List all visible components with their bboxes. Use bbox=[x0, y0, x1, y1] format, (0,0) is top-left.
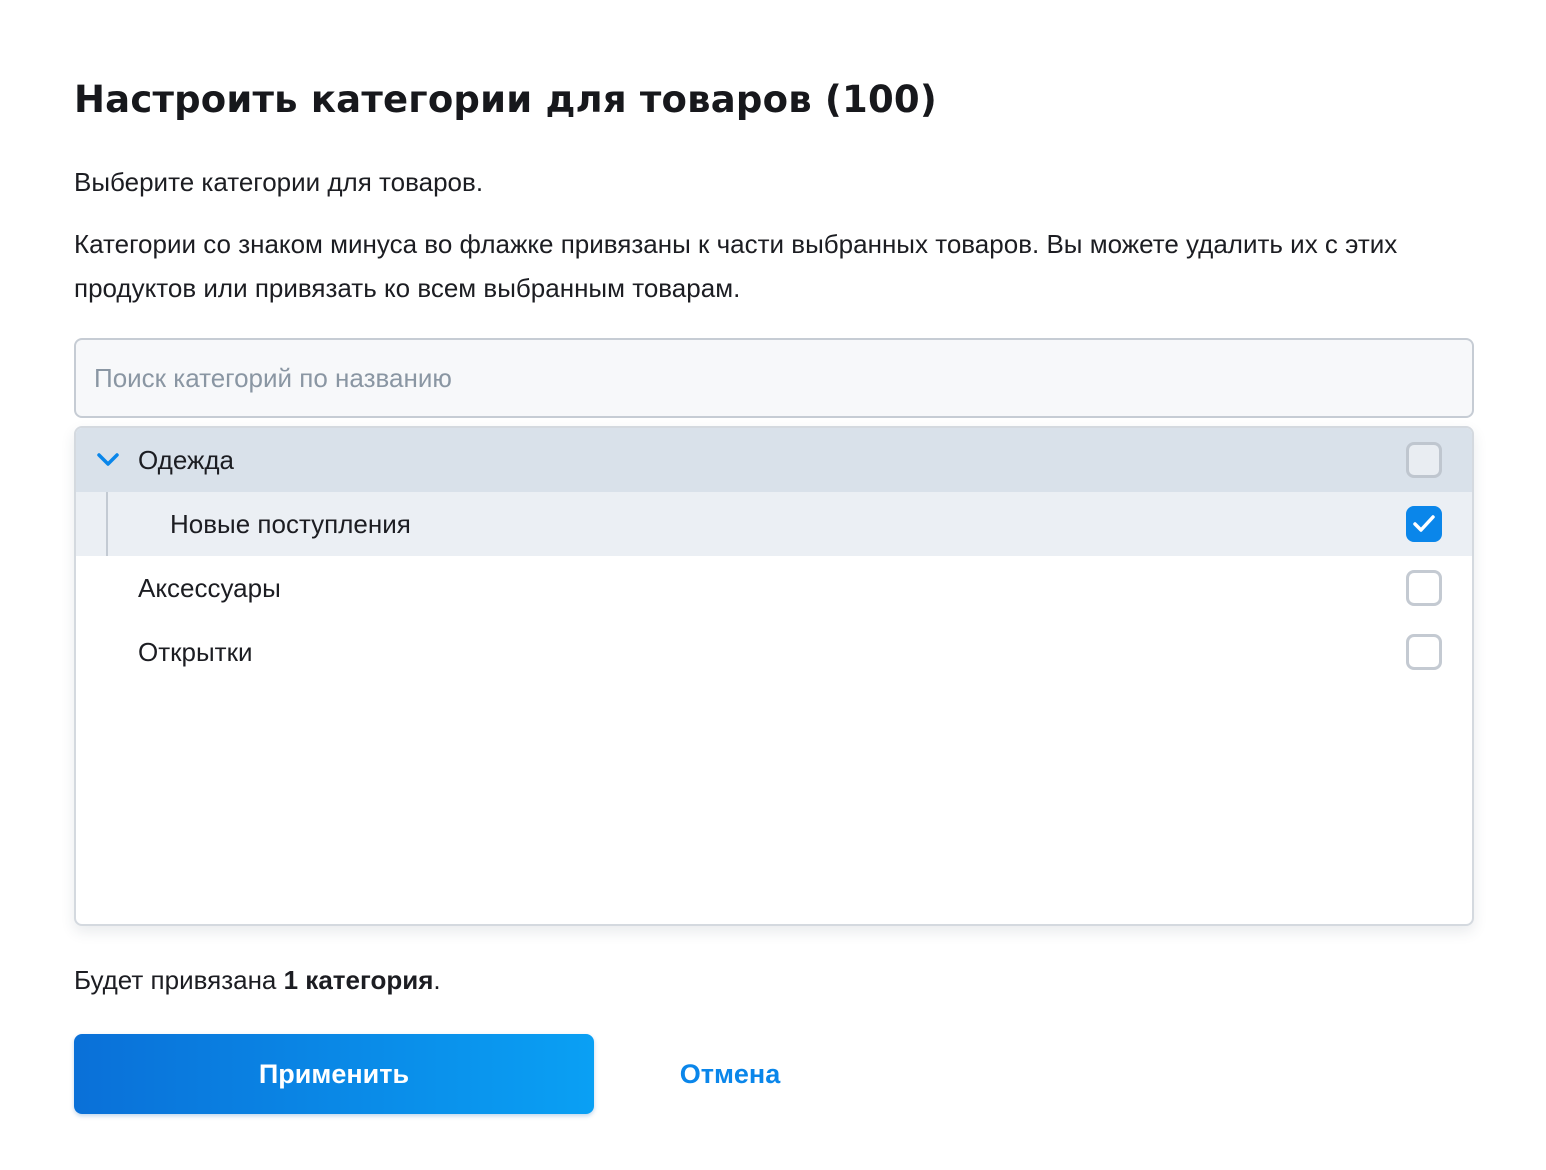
dialog-hint: Категории со знаком минуса во флажке при… bbox=[74, 229, 1398, 303]
category-tree: Одежда Новые поступления Аксессуары Откр… bbox=[74, 426, 1474, 926]
category-search-input[interactable] bbox=[74, 338, 1474, 418]
cancel-button[interactable]: Отмена bbox=[650, 1034, 810, 1114]
tree-row-label: Открытки bbox=[138, 636, 253, 667]
category-dialog: Настроить категории для товаров (100) Вы… bbox=[0, 0, 1546, 1170]
tree-row-label: Аксессуары bbox=[138, 572, 281, 603]
summary-count: 1 категория bbox=[283, 965, 434, 995]
summary-prefix: Будет привязана bbox=[74, 965, 284, 995]
tree-row-postcards[interactable]: Открытки bbox=[76, 620, 1472, 684]
tree-row-new-arrivals[interactable]: Новые поступления bbox=[76, 492, 1472, 556]
dialog-title: Настроить категории для товаров (100) bbox=[74, 78, 937, 121]
dialog-description: Выберите категории для товаров. bbox=[74, 167, 484, 197]
summary-suffix: . bbox=[433, 965, 441, 995]
chevron-down-icon[interactable] bbox=[96, 450, 120, 470]
tree-row-clothing[interactable]: Одежда bbox=[76, 428, 1472, 492]
checkbox-postcards[interactable] bbox=[1406, 634, 1442, 670]
checkbox-accessories[interactable] bbox=[1406, 570, 1442, 606]
checkbox-clothing[interactable] bbox=[1406, 442, 1442, 478]
apply-button[interactable]: Применить bbox=[74, 1034, 594, 1114]
tree-row-label: Одежда bbox=[138, 444, 235, 475]
selection-summary: Будет привязана 1 категория. bbox=[74, 962, 441, 998]
checkbox-new-arrivals[interactable] bbox=[1406, 506, 1442, 542]
checkmark-icon bbox=[1413, 515, 1435, 532]
tree-row-label: Новые поступления bbox=[170, 508, 411, 539]
tree-row-accessories[interactable]: Аксессуары bbox=[76, 556, 1472, 620]
tree-indent-line bbox=[106, 492, 108, 556]
